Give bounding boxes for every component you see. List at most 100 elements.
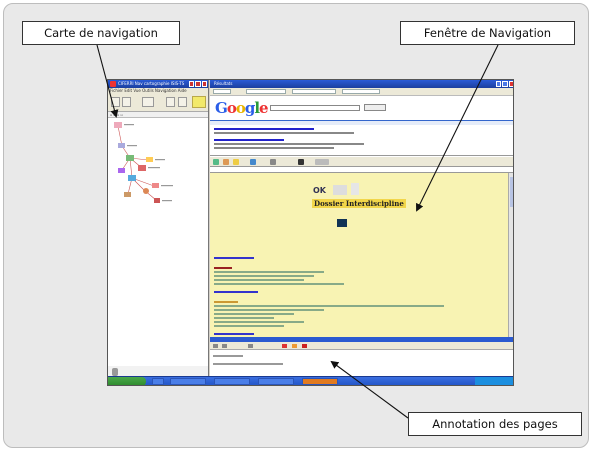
annotation-text	[213, 363, 283, 365]
tool-icon[interactable]	[282, 344, 287, 348]
navigation-map-titlebar: CIFERRI Nav cartographie ISIS-TS	[108, 80, 208, 88]
navigation-graph	[114, 122, 173, 203]
toolbar-field[interactable]	[342, 89, 380, 94]
taskbar-item-active[interactable]	[302, 378, 338, 385]
callout-navigation-window: Fenêtre de Navigation	[400, 21, 575, 45]
annotation-text	[213, 355, 243, 357]
svg-text:OK: OK	[313, 186, 327, 195]
search-button[interactable]	[364, 104, 386, 111]
tool-icon[interactable]	[248, 344, 253, 348]
result-link[interactable]	[214, 139, 284, 141]
result-link[interactable]	[214, 128, 314, 130]
minimize-icon[interactable]	[496, 81, 502, 87]
user-icon	[112, 368, 118, 376]
result-snippet	[214, 132, 354, 134]
text-line	[214, 283, 344, 285]
toolbar-button[interactable]	[142, 97, 154, 107]
map-node[interactable]	[126, 155, 134, 161]
map-node[interactable]	[128, 175, 136, 181]
map-node[interactable]	[152, 183, 159, 188]
text-line	[214, 271, 324, 273]
quicklaunch[interactable]	[152, 378, 164, 385]
tool-icon[interactable]	[250, 159, 256, 165]
page-annotation-panel[interactable]	[210, 350, 513, 378]
map-node[interactable]	[146, 157, 153, 162]
browser-title: Résultats	[214, 81, 233, 86]
map-node[interactable]	[143, 188, 149, 194]
taskbar-item[interactable]	[214, 378, 250, 385]
map-node[interactable]	[114, 122, 122, 128]
tool-icon[interactable]	[302, 344, 307, 348]
navigation-map-window: CIFERRI Nav cartographie ISIS-TS Fichier…	[108, 80, 209, 378]
scroll-thumb[interactable]	[510, 177, 513, 207]
tool-icon[interactable]	[270, 159, 276, 165]
taskbar-item[interactable]	[170, 378, 206, 385]
site-title: Dossier Interdiscipline	[312, 199, 406, 208]
close-icon[interactable]	[201, 81, 207, 87]
navigation-map-toolbar	[108, 94, 208, 112]
tool-icon[interactable]	[213, 159, 219, 165]
toolbar-field[interactable]	[292, 89, 336, 94]
callout-page-annotation: Annotation des pages	[408, 412, 582, 436]
browser-titlebar: Résultats	[210, 80, 513, 88]
app-icon	[110, 81, 116, 87]
taskbar	[108, 376, 513, 385]
toolbar-button[interactable]	[166, 97, 175, 107]
address-field[interactable]	[246, 89, 286, 94]
browser-toolbar	[210, 88, 513, 96]
tool-icon[interactable]	[233, 159, 239, 165]
tool-icon[interactable]	[222, 344, 227, 348]
text-line	[214, 279, 304, 281]
navigation-map-title: CIFERRI Nav cartographie ISIS-TS	[118, 81, 185, 86]
search-input[interactable]	[270, 105, 360, 111]
annotation-panel-toolbar	[210, 342, 513, 350]
toolbar-button[interactable]	[122, 97, 131, 107]
text-line	[214, 325, 284, 327]
minimize-icon[interactable]	[189, 81, 195, 87]
page-scrollbar[interactable]	[508, 173, 513, 337]
section-heading	[214, 257, 254, 259]
system-tray	[475, 377, 513, 385]
section-heading	[214, 291, 258, 293]
toolbar-button[interactable]	[178, 97, 187, 107]
search-results-pane: Google	[210, 96, 513, 156]
callout-navigation-map: Carte de navigation	[22, 21, 180, 45]
map-node[interactable]	[118, 168, 125, 173]
result-snippet	[214, 147, 334, 149]
search-logo: Google	[215, 99, 269, 117]
tool-icon[interactable]	[292, 344, 297, 348]
tool-icon[interactable]	[223, 159, 229, 165]
text-line	[214, 317, 274, 319]
web-page: OK Dossier Interdiscipline	[210, 173, 508, 337]
results-bar	[210, 120, 513, 125]
application-screenshot: CIFERRI Nav cartographie ISIS-TS Fichier…	[107, 79, 514, 386]
map-node[interactable]	[124, 192, 131, 197]
text-line	[214, 275, 314, 277]
map-node[interactable]	[154, 198, 160, 203]
tool-icon[interactable]	[213, 344, 218, 348]
highlight-button[interactable]	[192, 96, 206, 108]
section-heading	[214, 267, 232, 269]
text-line	[214, 321, 304, 323]
map-node[interactable]	[138, 165, 146, 171]
annotation-toolbar	[210, 157, 513, 167]
toolbar-button[interactable]	[111, 97, 120, 107]
window-buttons[interactable]	[189, 81, 207, 87]
text-line	[214, 305, 444, 307]
maximize-icon[interactable]	[502, 81, 508, 87]
map-node[interactable]	[118, 143, 125, 148]
start-button[interactable]	[108, 377, 146, 385]
tool-icon[interactable]	[298, 159, 304, 165]
section-heading	[214, 333, 254, 335]
tool-icon[interactable]	[315, 159, 329, 165]
text-line	[214, 313, 294, 315]
taskbar-item[interactable]	[258, 378, 294, 385]
text-line	[214, 309, 324, 311]
close-icon[interactable]	[508, 81, 513, 87]
browser-window: Résultats Google OK Dossier Interdiscipl…	[210, 80, 513, 378]
window-buttons[interactable]	[496, 81, 513, 87]
text-line	[214, 301, 238, 303]
back-button[interactable]	[213, 89, 231, 94]
result-snippet	[214, 143, 364, 145]
maximize-icon[interactable]	[195, 81, 201, 87]
